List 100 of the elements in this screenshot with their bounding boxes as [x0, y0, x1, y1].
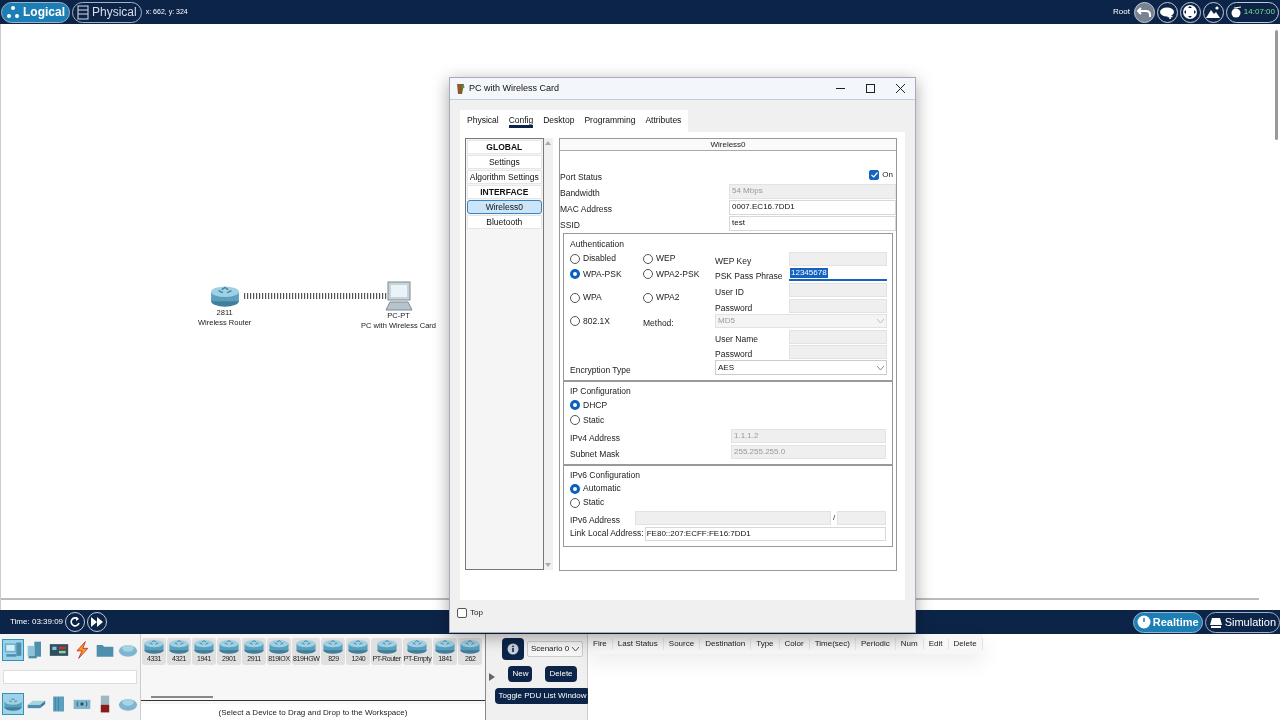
field-label: MAC Address [560, 204, 612, 214]
field-label: IP Configuration [570, 385, 631, 398]
radio-button[interactable] [643, 292, 653, 303]
router-icon [218, 638, 240, 655]
sidebar-item[interactable]: Algorithm Settings [467, 170, 542, 184]
delete-button[interactable]: Delete [545, 666, 577, 682]
radio-button[interactable] [570, 483, 580, 494]
radio-button[interactable] [570, 292, 580, 303]
field-label: Link Local Address: [570, 527, 644, 541]
radio-button[interactable] [570, 415, 580, 426]
column-header[interactable]: Num [895, 638, 924, 650]
radio-label: Static [583, 413, 605, 427]
new-button[interactable]: New [508, 666, 533, 682]
field-label: Encryption Type [570, 364, 631, 375]
checkbox[interactable] [457, 608, 467, 618]
router-icon [459, 638, 482, 655]
router-icon [143, 638, 165, 655]
caret-icon [572, 646, 580, 652]
encryption-select[interactable]: AES [715, 360, 887, 376]
computer-icon[interactable] [384, 281, 413, 311]
panel-title: Wireless0 [560, 139, 896, 151]
move-icon [1182, 4, 1199, 20]
field-label: Password [715, 302, 753, 313]
checkbox-label: On [882, 169, 893, 181]
user-label: Root [1112, 6, 1130, 18]
expand-icon[interactable] [489, 673, 495, 681]
router-icon [434, 638, 457, 655]
field-label: User Name [715, 333, 758, 344]
sidebar-header[interactable]: GLOBAL [467, 140, 542, 154]
computer-icon[interactable] [2, 639, 24, 661]
tab[interactable]: Desktop [543, 114, 575, 128]
column-header[interactable]: Source [663, 638, 701, 650]
field-label: Bandwidth [560, 188, 600, 198]
tab[interactable]: Programming [584, 114, 636, 128]
search-field[interactable] [3, 670, 137, 684]
router-icon [243, 638, 265, 655]
input-field[interactable]: test [729, 215, 896, 231]
field-label: Method: [643, 318, 674, 329]
sidebar-item[interactable]: Bluetooth [467, 215, 542, 229]
radio-button[interactable] [570, 497, 580, 508]
info-button[interactable] [501, 638, 524, 660]
toggle-pdu-button[interactable]: Toggle PDU List Window [495, 688, 590, 704]
scenario-select[interactable]: Scenario 0 [526, 641, 584, 657]
column-header[interactable]: Color [779, 638, 810, 650]
radio-label: 802.1X [583, 314, 610, 328]
radio-button[interactable] [570, 269, 580, 280]
selected-text: 12345678 [790, 268, 828, 279]
field-label: Subnet Mask [570, 448, 620, 459]
router-icon [375, 638, 398, 655]
input-field[interactable]: 12345678 [789, 267, 887, 282]
input-field[interactable]: FE80::207:ECFF:FE16:7DD1 [644, 526, 886, 541]
rack-icon [77, 4, 89, 20]
image-icon [1205, 5, 1222, 19]
radio-button[interactable] [570, 400, 580, 411]
tab[interactable]: Attributes [645, 114, 682, 128]
router-icon [347, 638, 370, 655]
router-icon [268, 638, 290, 655]
caret-icon [877, 365, 884, 370]
column-header[interactable]: Destination [700, 638, 752, 650]
field-label: IPv6 Address [570, 514, 621, 525]
radio-label: DHCP [583, 398, 608, 412]
sidebar-item[interactable]: Settings [467, 155, 542, 169]
column-header[interactable]: Type [751, 638, 780, 650]
scrollbar[interactable] [151, 696, 213, 698]
field-label: Password [715, 349, 753, 360]
radio-label: WEP [656, 252, 676, 266]
column-header[interactable]: Edit [923, 638, 949, 650]
column-header[interactable]: Fire [588, 638, 613, 650]
column-header[interactable]: Periodic [855, 638, 896, 650]
column-header[interactable]: Delete [948, 638, 983, 650]
sidebar-header[interactable]: INTERFACE [467, 185, 542, 199]
tab[interactable]: Config [508, 114, 534, 128]
input-field[interactable]: 0007.EC16.7DD1 [729, 199, 896, 215]
radio-button[interactable] [570, 253, 580, 264]
column-header[interactable]: Last Status [612, 638, 664, 650]
tab[interactable]: Physical [467, 114, 499, 128]
field-label: SSID [560, 220, 580, 230]
router-icon[interactable] [2, 693, 24, 715]
fast-forward-icon [91, 617, 104, 627]
mode-tab[interactable]: Realtime [1132, 611, 1203, 633]
time-label: Time: 03:39:09 [10, 616, 64, 628]
router-icon [295, 638, 318, 655]
view-tab[interactable]: Logical [1, 1, 70, 23]
minimize-icon [835, 88, 845, 89]
window-title: PC with Wireless Card [469, 81, 560, 95]
maximize-icon [865, 84, 875, 93]
radio-button[interactable] [570, 316, 580, 327]
nodes-icon [6, 5, 20, 19]
checkbox[interactable] [869, 170, 880, 180]
device-hint: (Select a Device to Drag and Drop to the Workspace) [218, 707, 408, 719]
sidebar-item[interactable]: Wireless0 [467, 200, 542, 214]
radio-label: WPA-PSK [583, 268, 622, 281]
router-icon [322, 638, 345, 655]
scrollbar[interactable] [1275, 30, 1278, 140]
field-label: WEP Key [715, 255, 752, 266]
clock-icon [1136, 615, 1151, 629]
radio-button[interactable] [643, 253, 653, 264]
radio-button[interactable] [643, 269, 653, 280]
column-header[interactable]: Time(sec) [809, 638, 856, 650]
radio-label: Disabled [583, 252, 617, 266]
